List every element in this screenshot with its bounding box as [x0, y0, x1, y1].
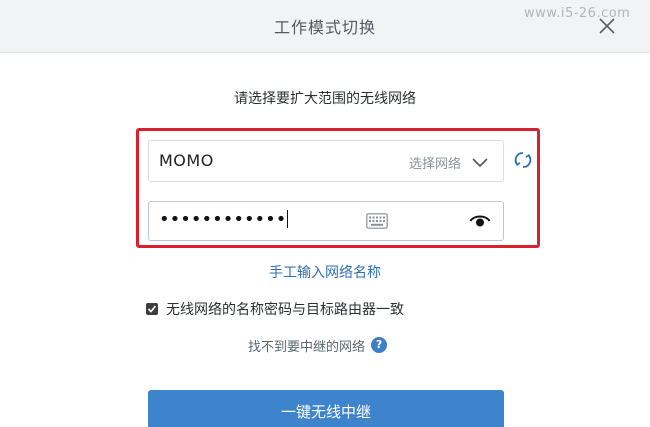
- help-icon[interactable]: ?: [371, 337, 388, 353]
- password-input[interactable]: ••••••••••••: [148, 201, 504, 241]
- not-found-link[interactable]: 找不到要中继的网络: [248, 336, 365, 355]
- eye-icon[interactable]: [469, 212, 491, 230]
- dialog-header: 工作模式切换 www.i5-26.com: [0, 0, 650, 53]
- text-caret: [287, 210, 289, 228]
- check-icon: [147, 305, 157, 313]
- password-dots: ••••••••••••: [159, 209, 287, 230]
- close-icon: [599, 18, 615, 34]
- close-button[interactable]: [596, 15, 618, 37]
- ssid-value: MOMO: [159, 151, 214, 170]
- chevron-down-icon[interactable]: [471, 153, 489, 171]
- work-mode-dialog: 工作模式切换 www.i5-26.com 请选择要扩大范围的无线网络 MOMO …: [0, 0, 650, 427]
- refresh-icon: [514, 152, 532, 168]
- refresh-button[interactable]: [513, 150, 533, 170]
- manual-entry-link[interactable]: 手工输入网络名称: [0, 262, 650, 282]
- network-select[interactable]: MOMO 选择网络: [148, 140, 504, 182]
- consistent-label: 无线网络的名称密码与目标路由器一致: [166, 302, 404, 318]
- one-click-repeater-button[interactable]: 一键无线中继: [148, 390, 504, 427]
- consistent-checkbox[interactable]: [146, 303, 158, 315]
- select-network-label[interactable]: 选择网络: [409, 153, 461, 172]
- select-network-prompt: 请选择要扩大范围的无线网络: [234, 91, 416, 107]
- not-found-row: 找不到要中继的网络 ?: [248, 336, 388, 355]
- password-value: ••••••••••••: [159, 209, 289, 230]
- consistent-option: 无线网络的名称密码与目标路由器一致: [146, 300, 404, 318]
- keyboard-icon[interactable]: [366, 213, 388, 229]
